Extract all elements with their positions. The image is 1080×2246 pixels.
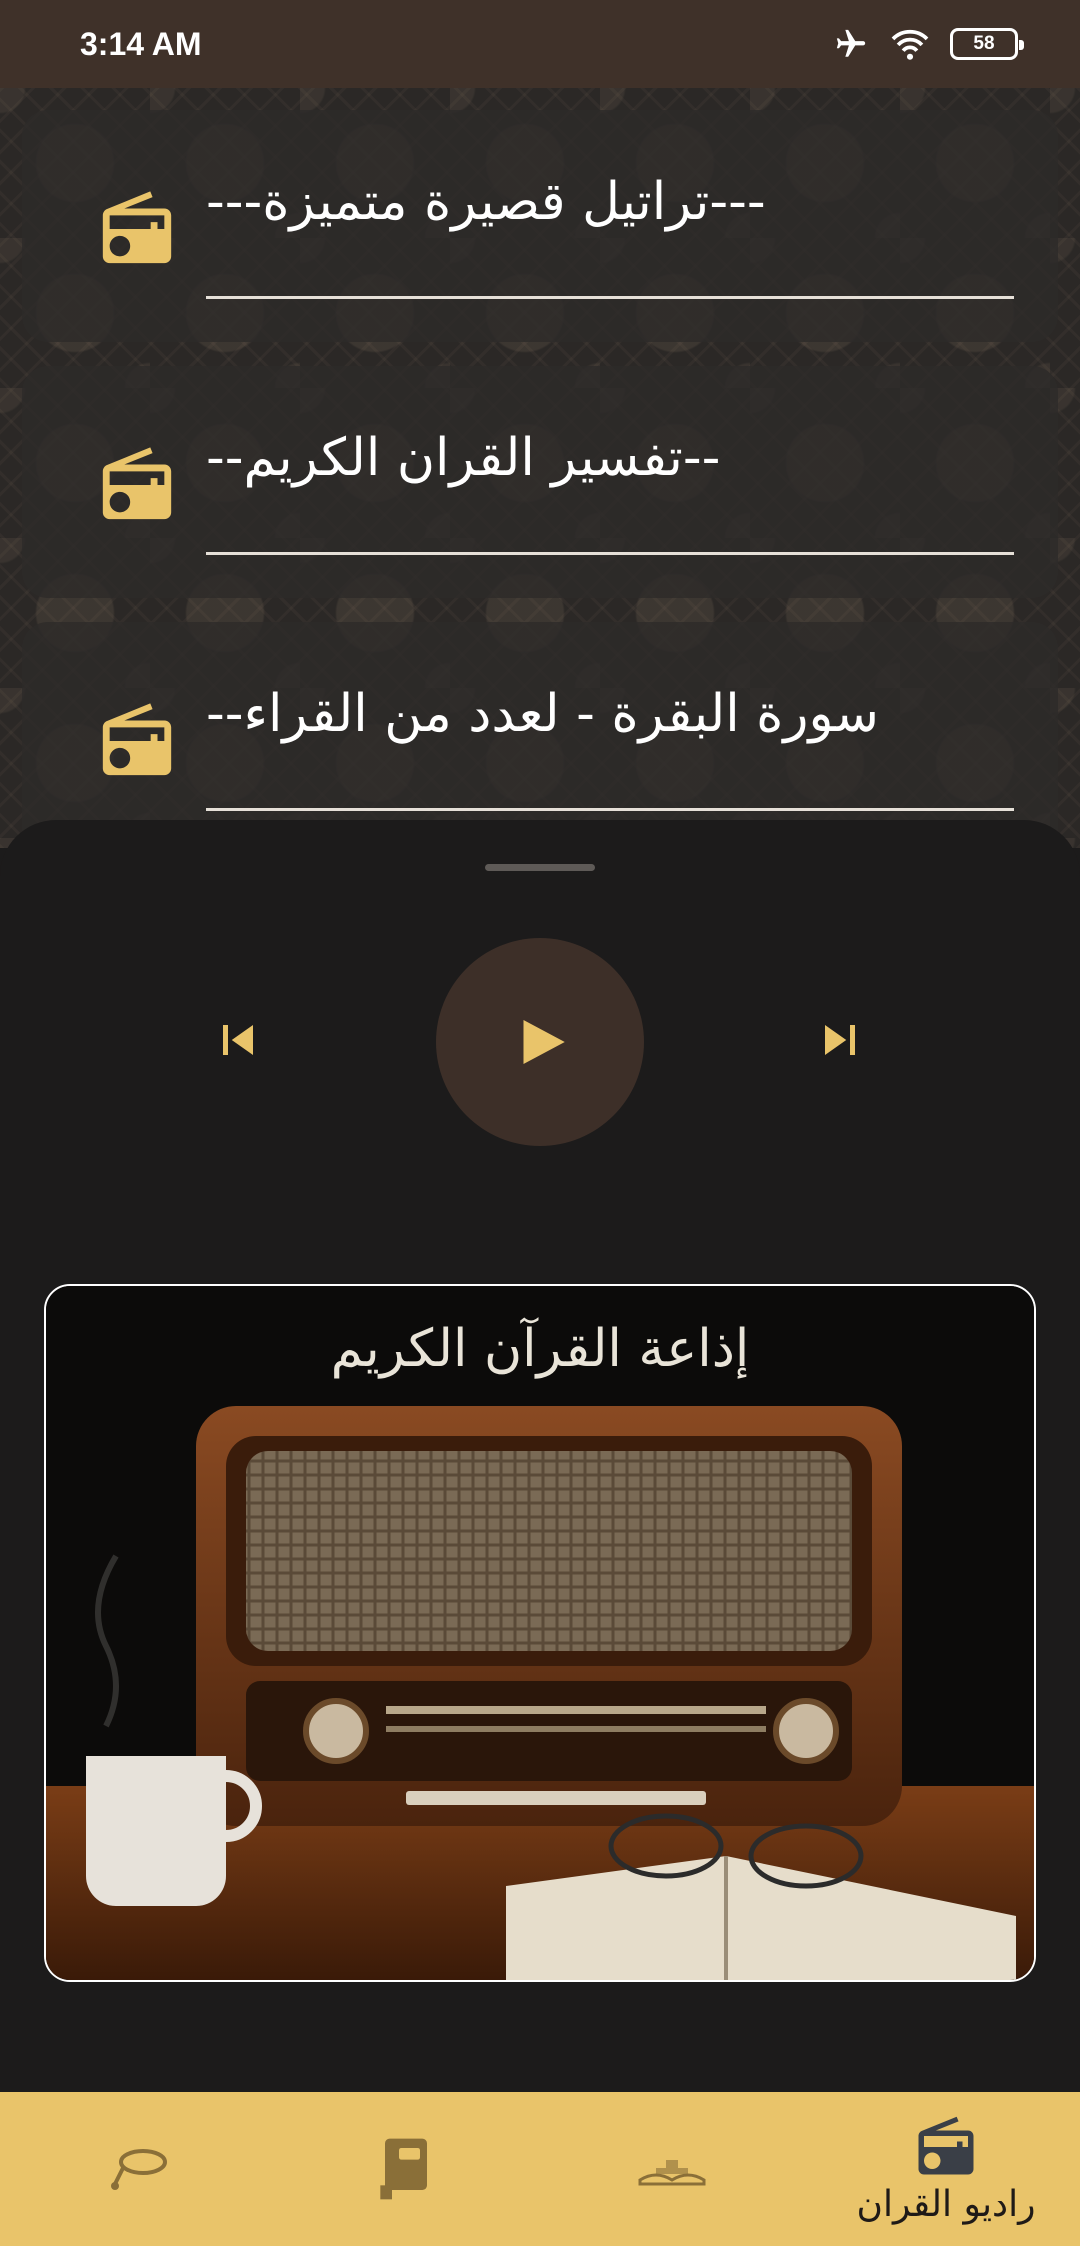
nav-label: راديو القران [856,2183,1036,2225]
nav-item-tasbeeh[interactable] [80,2092,200,2246]
play-button[interactable] [436,938,644,1146]
skip-previous-icon [223,1025,253,1055]
station-name: --سورة البقرة - لعدد من القراء [206,684,879,744]
play-icon [523,1020,565,1064]
station-artwork: إذاعة القرآن الكريم [44,1284,1036,1982]
status-time: 3:14 AM [80,25,202,62]
airplane-mode-icon [836,29,866,57]
radio-icon [102,703,172,776]
status-icons: 58 [832,27,1024,61]
tasbeeh-icon [111,2149,167,2190]
nav-item-books[interactable] [346,2092,466,2246]
divider [206,808,1014,811]
nav-item-quran-radio[interactable]: راديو القران [836,2092,1056,2246]
station-name: ---تراتيل قصيرة متميزة--- [206,172,766,232]
bottom-navigation: راديو القران [0,2092,1080,2246]
player-sheet[interactable]: إذاعة القرآن الكريم [0,820,1080,2092]
next-button[interactable] [802,1002,878,1078]
radio-icon [102,191,172,264]
divider [206,552,1014,555]
artwork-heading: إذاعة القرآن الكريم [331,1317,750,1379]
quran-icon [638,2160,706,2186]
radio-icon [102,447,172,520]
battery-level: 58 [973,33,995,54]
status-bar: 3:14 AM 58 [0,0,1080,88]
previous-button[interactable] [200,1002,276,1078]
divider [206,296,1014,299]
battery-icon: 58 [950,28,1024,60]
vintage-radio-illustration: إذاعة القرآن الكريم [46,1286,1034,1980]
book-icon [380,2138,427,2200]
station-name: --تفسير القران الكريم-- [206,428,721,488]
nav-item-quran[interactable] [612,2092,732,2246]
wifi-icon [891,29,929,60]
station-card[interactable]: --تفسير القران الكريم-- [22,366,1058,598]
sheet-drag-handle[interactable] [485,864,595,871]
skip-next-icon [825,1025,855,1055]
radio-icon [918,2116,974,2174]
station-card[interactable]: ---تراتيل قصيرة متميزة--- [22,110,1058,342]
